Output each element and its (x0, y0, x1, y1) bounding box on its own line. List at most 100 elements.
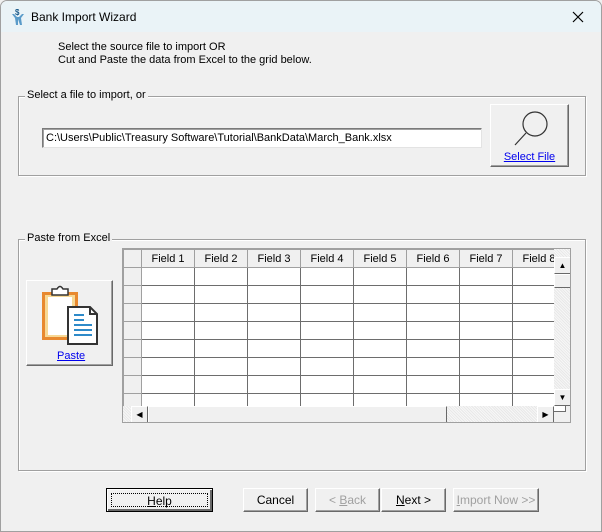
column-header[interactable]: Field 1 (141, 249, 195, 268)
row-header[interactable] (123, 321, 142, 340)
grid-cell[interactable] (300, 267, 354, 286)
grid-cell[interactable] (459, 357, 513, 376)
grid-cell[interactable] (300, 339, 354, 358)
grid-cell[interactable] (194, 303, 248, 322)
select-file-button[interactable]: Select File (490, 104, 569, 167)
grid-cell[interactable] (194, 339, 248, 358)
grid-cell[interactable] (406, 321, 460, 340)
right-arrow-icon: ▶ (542, 410, 549, 419)
grid-cell[interactable] (141, 375, 195, 394)
grid-cell[interactable] (247, 339, 301, 358)
grid-cell[interactable] (353, 285, 407, 304)
grid-cell[interactable] (406, 339, 460, 358)
column-header[interactable]: Field 6 (406, 249, 460, 268)
grid-cell[interactable] (247, 375, 301, 394)
help-button-focus: Help (111, 493, 208, 508)
cancel-button[interactable]: Cancel (243, 488, 308, 512)
row-header[interactable] (123, 339, 142, 358)
import-now-button[interactable]: Import Now >> (453, 488, 539, 512)
grid-cell[interactable] (247, 285, 301, 304)
grid-cell[interactable] (406, 303, 460, 322)
vertical-scroll-thumb[interactable] (554, 274, 570, 288)
paste-data-grid[interactable]: Field 1 Field 2 Field 3 Field 4 Field 5 … (122, 248, 571, 423)
bank-import-wizard-window: $ Bank Import Wizard Select the source f… (0, 0, 602, 532)
scroll-down-button[interactable]: ▼ (554, 389, 570, 406)
grid-cell[interactable] (300, 285, 354, 304)
grid-cell[interactable] (406, 357, 460, 376)
grid-cell[interactable] (459, 267, 513, 286)
grid-cell[interactable] (353, 375, 407, 394)
grid-cell[interactable] (247, 303, 301, 322)
grid-cell[interactable] (194, 375, 248, 394)
grid-cell[interactable] (353, 303, 407, 322)
left-arrow-icon: ◀ (136, 410, 143, 419)
scroll-left-button[interactable]: ◀ (131, 406, 148, 422)
horizontal-scroll-thumb[interactable] (148, 406, 447, 422)
column-header[interactable]: Field 5 (353, 249, 407, 268)
grid-cell[interactable] (459, 303, 513, 322)
grid-cell[interactable] (406, 267, 460, 286)
grid-cell[interactable] (141, 267, 195, 286)
grid-cell[interactable] (459, 285, 513, 304)
back-button[interactable]: < Back (315, 488, 380, 512)
file-path-input[interactable] (42, 128, 482, 148)
window-title: Bank Import Wizard (31, 10, 137, 24)
column-header[interactable]: Field 4 (300, 249, 354, 268)
column-header[interactable]: Field 2 (194, 249, 248, 268)
grid-row (123, 339, 566, 358)
grid-cell[interactable] (406, 375, 460, 394)
grid-cell[interactable] (300, 303, 354, 322)
grid-corner-cell (123, 249, 142, 268)
grid-cell[interactable] (459, 339, 513, 358)
grid-header-row: Field 1 Field 2 Field 3 Field 4 Field 5 … (123, 249, 566, 268)
row-header[interactable] (123, 303, 142, 322)
grid-cell[interactable] (141, 303, 195, 322)
horizontal-scrollbar[interactable]: ◀ ▶ (123, 406, 554, 422)
row-header[interactable] (123, 375, 142, 394)
grid-cell[interactable] (141, 321, 195, 340)
grid-cell[interactable] (300, 321, 354, 340)
grid-cell[interactable] (353, 321, 407, 340)
scroll-right-button[interactable]: ▶ (537, 406, 554, 422)
grid-cell[interactable] (194, 267, 248, 286)
column-header[interactable]: Field 3 (247, 249, 301, 268)
grid-row (123, 267, 566, 286)
grid-cell[interactable] (247, 267, 301, 286)
grid-cell[interactable] (353, 267, 407, 286)
import-now-label-post: mport Now >> (459, 493, 536, 507)
app-icon: $ (12, 8, 24, 25)
grid-cell[interactable] (194, 357, 248, 376)
grid-cell[interactable] (353, 339, 407, 358)
grid-table: Field 1 Field 2 Field 3 Field 4 Field 5 … (123, 249, 566, 412)
grid-cell[interactable] (300, 357, 354, 376)
row-header[interactable] (123, 357, 142, 376)
grid-cell[interactable] (141, 339, 195, 358)
grid-cell[interactable] (459, 375, 513, 394)
grid-cell[interactable] (353, 357, 407, 376)
grid-cell[interactable] (194, 285, 248, 304)
grid-row (123, 321, 566, 340)
title-bar: $ Bank Import Wizard (1, 1, 601, 32)
instruction-line-1: Select the source file to import OR (58, 41, 226, 53)
grid-cell[interactable] (459, 321, 513, 340)
next-button[interactable]: Next > (381, 488, 446, 512)
vertical-scrollbar[interactable]: ▲ ▼ (554, 249, 570, 406)
back-label-pre: < (328, 493, 340, 507)
grid-cell[interactable] (141, 285, 195, 304)
row-header[interactable] (123, 267, 142, 286)
back-label-post: ack (347, 493, 367, 507)
scroll-up-button[interactable]: ▲ (554, 257, 570, 274)
grid-cell[interactable] (194, 321, 248, 340)
grid-cell[interactable] (247, 357, 301, 376)
down-arrow-icon: ▼ (558, 393, 567, 402)
row-header[interactable] (123, 285, 142, 304)
select-file-label: Select File (503, 151, 556, 163)
grid-cell[interactable] (406, 285, 460, 304)
column-header[interactable]: Field 7 (459, 249, 513, 268)
grid-cell[interactable] (141, 357, 195, 376)
grid-cell[interactable] (300, 375, 354, 394)
close-button[interactable] (555, 1, 601, 32)
help-button[interactable]: Help (106, 488, 213, 512)
grid-cell[interactable] (247, 321, 301, 340)
paste-button[interactable]: Paste (26, 280, 113, 366)
